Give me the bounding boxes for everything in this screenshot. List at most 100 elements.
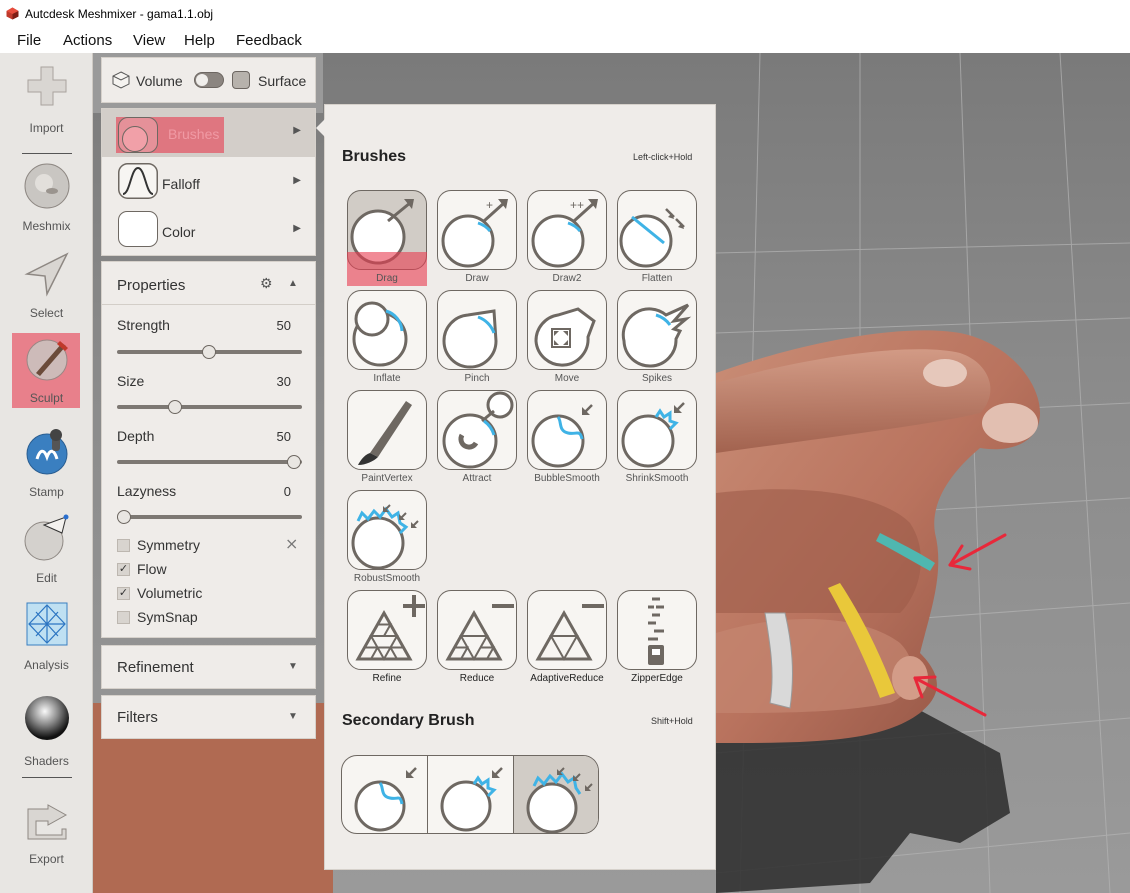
toolbar-label-shaders: Shaders <box>24 754 69 768</box>
falloff-label: Falloff <box>162 176 200 192</box>
filters-title: Filters <box>117 709 158 726</box>
brush-label-draw2: Draw2 <box>552 273 582 284</box>
bunny-sphere-icon <box>24 163 70 209</box>
gear-icon[interactable]: ⚙ <box>260 275 273 292</box>
collapse-up-icon[interactable]: ▲ <box>288 278 298 289</box>
brush-label-move: Move <box>554 373 580 384</box>
section-divider <box>102 304 315 305</box>
brushes-label: Brushes <box>168 126 220 142</box>
brush-spikes[interactable]: Spikes <box>617 290 697 386</box>
depth-slider-knob[interactable] <box>287 455 301 469</box>
menu-view[interactable]: View <box>133 32 165 49</box>
brush-pinch[interactable]: Pinch <box>437 290 517 386</box>
menu-actions[interactable]: Actions <box>63 32 112 49</box>
analysis-mesh-icon <box>26 602 68 646</box>
secondary-shrinksmooth[interactable] <box>428 756 514 833</box>
toolbar-label-analysis: Analysis <box>24 658 69 672</box>
size-label: Size <box>117 373 145 389</box>
flow-checkbox[interactable]: ✓ <box>117 563 130 576</box>
toolbar-label-stamp: Stamp <box>29 485 64 499</box>
strength-slider-knob[interactable] <box>202 345 216 359</box>
menu-help[interactable]: Help <box>184 32 215 49</box>
toolbar-sculpt[interactable]: Sculpt <box>0 333 93 413</box>
brush-label-pinch: Pinch <box>464 373 490 384</box>
expand-down-icon[interactable]: ▼ <box>288 661 298 672</box>
toolbar-edit[interactable]: Edit <box>0 513 93 588</box>
toolbar-analysis[interactable]: Analysis <box>0 600 93 675</box>
refinement-panel[interactable]: Refinement ▼ <box>101 645 316 689</box>
spikes-brush-icon <box>621 303 692 368</box>
brush-shrinksmooth[interactable]: ShrinkSmooth <box>617 390 697 486</box>
brush-adaptivereduce[interactable]: AdaptiveReduce <box>527 590 607 686</box>
symmetry-label: Symmetry <box>137 537 200 553</box>
filters-panel[interactable]: Filters ▼ <box>101 695 316 739</box>
brush-paintvertex[interactable]: PaintVertex <box>347 390 427 486</box>
brush-zipperedge[interactable]: ZipperEdge <box>617 590 697 686</box>
toolbar-divider <box>22 153 72 154</box>
lazyness-slider-knob[interactable] <box>117 510 131 524</box>
depth-slider[interactable] <box>117 460 302 464</box>
inflate-brush-icon <box>352 301 408 367</box>
brush-drag[interactable]: Drag <box>347 190 427 286</box>
export-icon <box>27 804 68 840</box>
shader-sphere-icon <box>25 696 69 740</box>
flow-label: Flow <box>137 561 167 577</box>
brush-flatten[interactable]: Flatten <box>617 190 697 286</box>
pinch-brush-icon <box>442 309 498 369</box>
brushes-title: Brushes <box>342 148 407 165</box>
brush-robustsmooth[interactable]: RobustSmooth <box>347 490 427 586</box>
edit-sphere-icon <box>24 514 69 561</box>
brush-label-adaptivereduce: AdaptiveReduce <box>530 673 604 684</box>
brush-draw2[interactable]: ++ Draw2 <box>527 190 607 286</box>
brush-label-paintvertex: PaintVertex <box>361 473 413 484</box>
toolbar-meshmix[interactable]: Meshmix <box>0 161 93 246</box>
properties-panel: Properties ⚙ ▲ Strength 50 Size 30 Depth… <box>101 261 316 638</box>
svg-text:+: + <box>486 198 493 212</box>
secondary-robustsmooth[interactable] <box>514 756 598 833</box>
toolbar-import[interactable]: Import <box>0 61 93 156</box>
symsnap-checkbox[interactable] <box>117 611 130 624</box>
menu-row-brushes[interactable]: Brushes ▶ <box>102 109 315 157</box>
toolbar-shaders[interactable]: Shaders <box>0 693 93 788</box>
brush-bubblesmooth[interactable]: BubbleSmooth <box>527 390 607 486</box>
toolbar-label-select: Select <box>29 306 64 320</box>
brush-label-attract: Attract <box>462 473 492 484</box>
size-slider[interactable] <box>117 405 302 409</box>
bubblesmooth-brush-icon <box>531 404 593 468</box>
flyout-pointer <box>316 119 325 137</box>
move-brush-icon <box>534 307 596 367</box>
brush-label-flatten: Flatten <box>641 273 673 284</box>
volumetric-checkbox[interactable]: ✓ <box>117 587 130 600</box>
toolbar-label-import: Import <box>29 121 64 135</box>
menu-row-color[interactable]: Color ▶ <box>102 207 315 255</box>
brush-inflate[interactable]: Inflate <box>347 290 427 386</box>
lazyness-slider[interactable] <box>117 515 302 519</box>
chevron-right-icon: ▶ <box>293 175 301 186</box>
shrinksmooth-brush-icon <box>621 402 685 468</box>
menu-file[interactable]: File <box>17 32 41 49</box>
secondary-bubblesmooth[interactable] <box>342 756 428 833</box>
menu-row-falloff[interactable]: Falloff ▶ <box>102 159 315 207</box>
flatten-brush-icon <box>619 208 685 268</box>
toolbar-stamp[interactable]: Stamp <box>0 427 93 502</box>
toolbar-select[interactable]: Select <box>0 249 93 329</box>
size-slider-knob[interactable] <box>168 400 182 414</box>
brush-reduce[interactable]: Reduce <box>437 590 517 686</box>
symmetry-checkbox[interactable] <box>117 539 130 552</box>
brush-thumbnail-icon <box>118 117 158 153</box>
draw-brush-icon: + <box>441 198 508 268</box>
menu-feedback[interactable]: Feedback <box>236 32 302 49</box>
brush-move[interactable]: Move <box>527 290 607 386</box>
color-swatch <box>118 211 158 247</box>
expand-down-icon[interactable]: ▼ <box>288 711 298 722</box>
brushes-hint: Left-click+Hold <box>633 152 693 162</box>
mode-toggle-switch[interactable] <box>194 72 224 88</box>
cube-icon <box>112 71 130 89</box>
svg-text:++: ++ <box>570 198 584 212</box>
brush-draw[interactable]: + Draw <box>437 190 517 286</box>
brush-refine[interactable]: Refine <box>347 590 427 686</box>
symmetry-axis-icon[interactable]: ⨯ <box>285 534 298 554</box>
toolbar-label-sculpt: Sculpt <box>29 391 64 405</box>
toolbar-export[interactable]: Export <box>0 795 93 875</box>
brush-attract[interactable]: Attract <box>437 390 517 486</box>
